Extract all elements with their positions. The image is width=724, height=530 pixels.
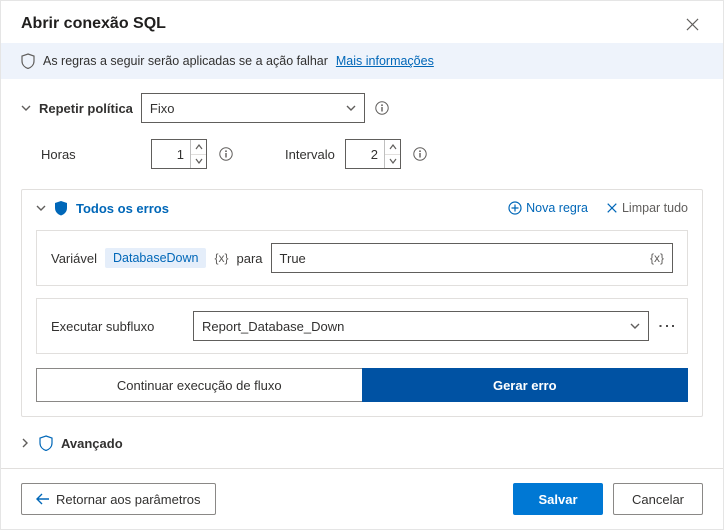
variable-pill[interactable]: DatabaseDown [105, 248, 206, 268]
clear-all-link[interactable]: Limpar tudo [606, 201, 688, 215]
dialog-header: Abrir conexão SQL [1, 1, 723, 43]
dialog-footer: Retornar aos parâmetros Salvar Cancelar [1, 468, 723, 529]
shield-icon [39, 435, 53, 451]
retry-params-row: Horas 1 Intervalo 2 [21, 139, 703, 169]
hours-value: 1 [152, 140, 190, 168]
interval-field: Intervalo 2 [285, 139, 429, 169]
braces-icon[interactable]: {x} [214, 251, 228, 265]
close-icon[interactable] [682, 16, 703, 33]
shield-icon [21, 53, 35, 69]
chevron-down-icon[interactable] [36, 204, 46, 212]
interval-input[interactable]: 2 [345, 139, 401, 169]
value-input[interactable]: True {x} [271, 243, 673, 273]
new-rule-link[interactable]: Nova regra [508, 201, 588, 215]
variable-rule-row: Variável DatabaseDown {x} para True {x} [36, 230, 688, 286]
subflow-label: Executar subfluxo [51, 319, 181, 334]
subflow-row: Executar subfluxo Report_Database_Down ⋮ [36, 298, 688, 354]
subflow-value: Report_Database_Down [202, 319, 344, 334]
hours-stepper[interactable] [190, 140, 206, 168]
errors-section: Todos os erros Nova regra Limpar tudo Va… [21, 189, 703, 417]
arrow-up-icon[interactable] [191, 140, 206, 155]
error-action-toggle: Continuar execução de fluxo Gerar erro [36, 368, 688, 402]
chevron-down-icon [346, 104, 356, 112]
info-banner: As regras a seguir serão aplicadas se a … [1, 43, 723, 79]
shield-filled-icon [54, 200, 68, 216]
policy-row: Repetir política Fixo [21, 93, 703, 123]
footer-actions: Salvar Cancelar [513, 483, 703, 515]
interval-label: Intervalo [285, 147, 335, 162]
advanced-label: Avançado [61, 436, 123, 451]
advanced-section-toggle[interactable]: Avançado [1, 435, 723, 461]
save-button[interactable]: Salvar [513, 483, 603, 515]
arrow-down-icon[interactable] [191, 155, 206, 169]
info-link[interactable]: Mais informações [336, 54, 434, 68]
interval-stepper[interactable] [384, 140, 400, 168]
clear-all-label: Limpar tudo [622, 201, 688, 215]
policy-select[interactable]: Fixo [141, 93, 365, 123]
more-icon[interactable]: ⋮ [661, 313, 673, 340]
dialog-title: Abrir conexão SQL [21, 15, 166, 33]
chevron-down-icon [630, 322, 640, 330]
content-area: Repetir política Fixo Horas 1 [1, 79, 723, 417]
info-icon[interactable] [373, 101, 391, 115]
para-label: para [237, 251, 263, 266]
errors-title: Todos os erros [76, 201, 490, 216]
hours-input[interactable]: 1 [151, 139, 207, 169]
policy-value: Fixo [150, 101, 175, 116]
cancel-button[interactable]: Cancelar [613, 483, 703, 515]
throw-error-button[interactable]: Gerar erro [362, 368, 689, 402]
back-button[interactable]: Retornar aos parâmetros [21, 483, 216, 515]
hours-field: Horas 1 [41, 139, 235, 169]
subflow-select[interactable]: Report_Database_Down [193, 311, 649, 341]
back-label: Retornar aos parâmetros [56, 492, 201, 507]
interval-value: 2 [346, 140, 384, 168]
hours-label: Horas [41, 147, 91, 162]
new-rule-label: Nova regra [526, 201, 588, 215]
continue-flow-button[interactable]: Continuar execução de fluxo [36, 368, 362, 402]
braces-icon[interactable]: {x} [650, 251, 664, 265]
info-icon[interactable] [217, 147, 235, 161]
arrow-down-icon[interactable] [385, 155, 400, 169]
chevron-right-icon [21, 438, 31, 448]
var-field-label: Variável [51, 251, 97, 266]
info-text: As regras a seguir serão aplicadas se a … [43, 54, 328, 68]
chevron-down-icon[interactable] [21, 104, 31, 112]
info-icon[interactable] [411, 147, 429, 161]
arrow-up-icon[interactable] [385, 140, 400, 155]
errors-header: Todos os erros Nova regra Limpar tudo [22, 190, 702, 226]
value-text: True [280, 251, 306, 266]
policy-label: Repetir política [39, 101, 133, 116]
